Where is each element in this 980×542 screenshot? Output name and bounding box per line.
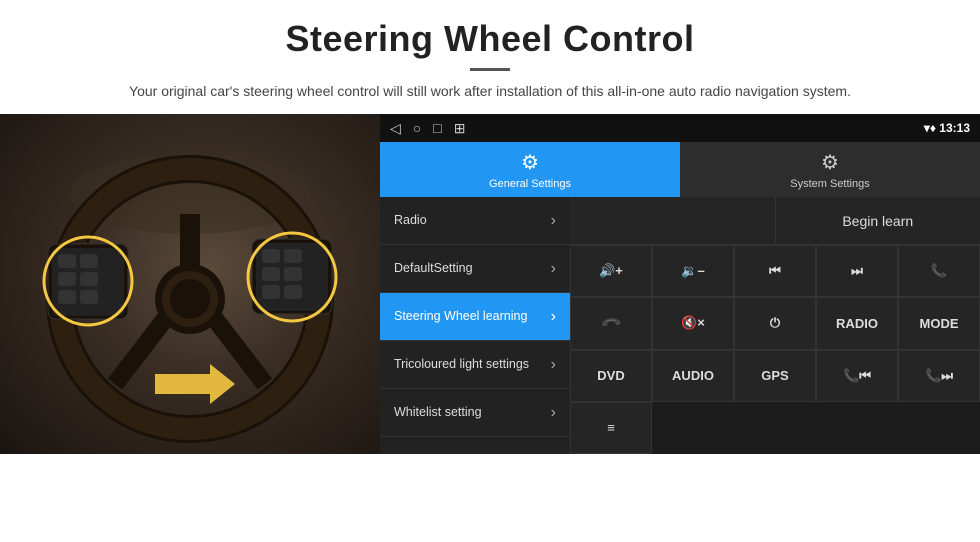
menu-nav-icon[interactable]: ⊞ [454, 120, 466, 137]
status-time: ▾♦ 13:13 [924, 121, 970, 135]
phone-button[interactable]: 📞 [898, 245, 980, 297]
chevron-icon: › [551, 308, 556, 326]
radio-button[interactable]: RADIO [816, 297, 898, 349]
page-subtitle: Your original car's steering wheel contr… [60, 81, 920, 102]
phone-next-icon: 📞⏭ [925, 368, 953, 384]
status-bar: ◁ ○ □ ⊞ ▾♦ 13:13 [380, 114, 980, 142]
mute-button[interactable]: 🔇× [652, 297, 734, 349]
right-controls: Begin learn 🔊+ 🔉– ⏮ ⏭ [570, 197, 980, 454]
hang-up-icon: 📞 [600, 312, 623, 335]
chevron-icon: › [551, 356, 556, 374]
hang-up-button[interactable]: 📞 [570, 297, 652, 349]
steering-wheel-bg [0, 114, 380, 454]
hamburger-menu-button[interactable]: ≡ [570, 402, 652, 454]
menu-default-label: DefaultSetting [394, 261, 473, 276]
vol-down-icon: 🔉– [681, 263, 704, 279]
chevron-icon: › [551, 212, 556, 230]
tab-system[interactable]: ⚙ System Settings [680, 142, 980, 197]
android-ui: ◁ ○ □ ⊞ ▾♦ 13:13 ⚙ General Settings ⚙ Sy… [380, 114, 980, 454]
steering-wheel-image [0, 114, 380, 454]
page-title: Steering Wheel Control [60, 18, 920, 60]
phone-next-button[interactable]: 📞⏭ [898, 350, 980, 402]
menu-item-default[interactable]: DefaultSetting › [380, 245, 570, 293]
menu-item-radio[interactable]: Radio › [380, 197, 570, 245]
vol-up-icon: 🔊+ [599, 263, 623, 279]
menu-tricoloured-label: Tricoloured light settings [394, 357, 529, 372]
content-area: ◁ ○ □ ⊞ ▾♦ 13:13 ⚙ General Settings ⚙ Sy… [0, 114, 980, 454]
menu-item-whitelist[interactable]: Whitelist setting › [380, 389, 570, 437]
menu-radio-label: Radio [394, 213, 427, 228]
wifi-icon: ▾♦ [924, 121, 939, 135]
tab-general-label: General Settings [489, 178, 571, 190]
left-menu: Radio › DefaultSetting › Steering Wheel … [380, 197, 570, 454]
dvd-button[interactable]: DVD [570, 350, 652, 402]
tab-system-label: System Settings [790, 178, 869, 190]
mute-icon: 🔇× [681, 315, 705, 331]
header-section: Steering Wheel Control Your original car… [0, 0, 980, 114]
main-content: Radio › DefaultSetting › Steering Wheel … [380, 197, 980, 454]
tab-general[interactable]: ⚙ General Settings [380, 142, 680, 197]
nav-icons: ◁ ○ □ ⊞ [390, 120, 465, 137]
power-button[interactable]: ⏻ [734, 297, 816, 349]
back-icon[interactable]: ◁ [390, 120, 401, 137]
gps-label: GPS [761, 368, 788, 383]
audio-button[interactable]: AUDIO [652, 350, 734, 402]
controls-empty-space [570, 197, 776, 244]
steering-wheel-svg [0, 114, 380, 454]
phone-prev-icon: 📞⏮ [843, 368, 871, 384]
mode-label: MODE [920, 316, 959, 331]
mode-button[interactable]: MODE [898, 297, 980, 349]
dvd-label: DVD [597, 368, 624, 383]
title-divider [470, 68, 510, 71]
menu-steering-label: Steering Wheel learning [394, 309, 527, 324]
phone-prev-button[interactable]: 📞⏮ [816, 350, 898, 402]
radio-label: RADIO [836, 316, 878, 331]
general-settings-icon: ⚙ [521, 150, 539, 175]
begin-learn-button[interactable]: Begin learn [776, 197, 980, 244]
hamburger-icon: ≡ [607, 420, 615, 435]
chevron-icon: › [551, 404, 556, 422]
system-settings-icon: ⚙ [821, 150, 839, 175]
controls-grid: 🔊+ 🔉– ⏮ ⏭ 📞 📞 [570, 245, 980, 454]
menu-whitelist-label: Whitelist setting [394, 405, 482, 420]
audio-label: AUDIO [672, 368, 714, 383]
menu-item-steering[interactable]: Steering Wheel learning › [380, 293, 570, 341]
prev-track-icon: ⏮ [769, 263, 781, 279]
vol-up-button[interactable]: 🔊+ [570, 245, 652, 297]
chevron-icon: › [551, 260, 556, 278]
clock: 13:13 [939, 121, 970, 135]
home-icon[interactable]: ○ [413, 120, 421, 137]
controls-top-row: Begin learn [570, 197, 980, 245]
power-icon: ⏻ [770, 315, 780, 331]
prev-track-button[interactable]: ⏮ [734, 245, 816, 297]
next-track-icon: ⏭ [851, 263, 863, 279]
gps-button[interactable]: GPS [734, 350, 816, 402]
vol-down-button[interactable]: 🔉– [652, 245, 734, 297]
phone-icon: 📞 [931, 263, 947, 279]
tab-bar: ⚙ General Settings ⚙ System Settings [380, 142, 980, 197]
menu-item-tricoloured[interactable]: Tricoloured light settings › [380, 341, 570, 389]
next-track-button[interactable]: ⏭ [816, 245, 898, 297]
recent-icon[interactable]: □ [433, 120, 441, 137]
